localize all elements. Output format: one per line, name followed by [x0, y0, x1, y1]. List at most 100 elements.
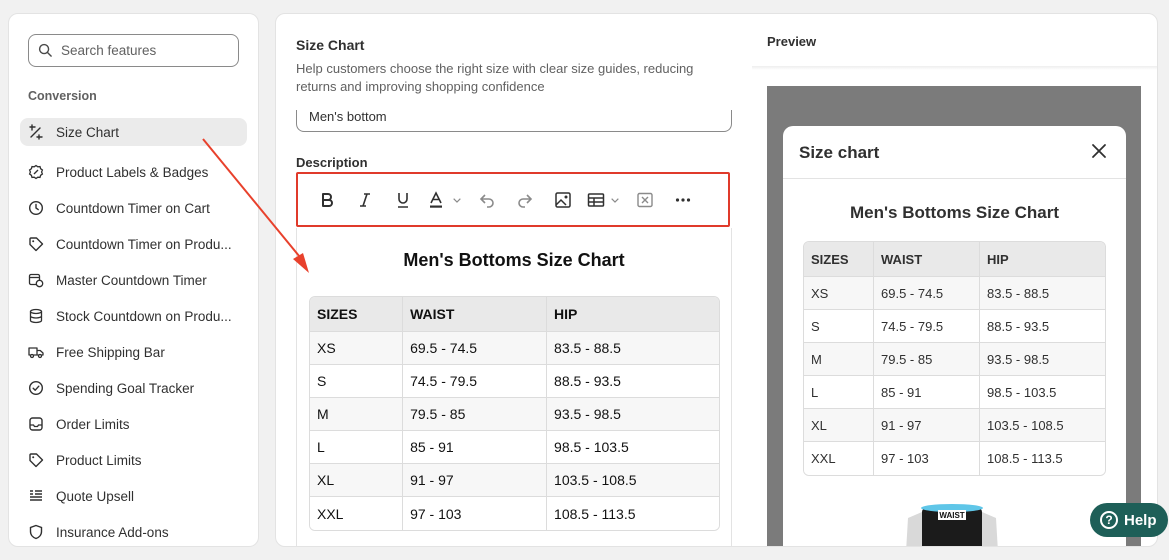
table-row: S 74.5 - 79.5 88.5 - 93.5	[804, 310, 1105, 343]
divider	[783, 178, 1126, 179]
table-cell: L	[310, 431, 404, 464]
table-cell: 93.5 - 98.5	[547, 398, 719, 431]
text-color-button[interactable]	[422, 185, 468, 215]
help-label: Help	[1124, 511, 1157, 529]
insert-image-button[interactable]	[544, 185, 582, 215]
table-cell: XXL	[804, 442, 874, 475]
table-cell: 93.5 - 98.5	[980, 343, 1105, 376]
sidebar-item-label: Insurance Add-ons	[56, 524, 169, 540]
sidebar-item-label: Quote Upsell	[56, 488, 135, 504]
bold-icon	[322, 192, 333, 207]
table-row: XS 69.5 - 74.5 83.5 - 88.5	[804, 277, 1105, 310]
sidebar: Search features Conversion Size Chart Pr…	[8, 13, 259, 547]
redo-button[interactable]	[506, 185, 544, 215]
table-cell: S	[310, 365, 404, 398]
size-table-preview: SIZES WAIST HIP XS 69.5 - 74.5 83.5 - 88.5…	[803, 241, 1106, 476]
sidebar-item-size-chart[interactable]: Size Chart	[20, 118, 247, 146]
tag-icon	[28, 452, 44, 468]
table-row: L 85 - 91 98.5 - 103.5	[804, 376, 1105, 409]
sidebar-item-countdown-cart[interactable]: Countdown Timer on Cart	[20, 190, 247, 226]
sidebar-item-label: Free Shipping Bar	[56, 344, 165, 360]
chart-name-field[interactable]: Men's bottom	[296, 110, 732, 132]
table-row: S 74.5 - 79.5 88.5 - 93.5	[310, 365, 719, 398]
description-label: Description	[296, 155, 368, 170]
table-cell: 83.5 - 88.5	[547, 332, 719, 365]
modal-title: Size chart	[799, 143, 880, 162]
truck-icon	[28, 344, 44, 360]
inbox-icon	[28, 416, 44, 432]
text-color-icon	[430, 190, 442, 208]
table-row: XL 91 - 97 103.5 - 108.5	[804, 409, 1105, 442]
table-cell: 97 - 103	[874, 442, 980, 475]
sidebar-item-countdown-product[interactable]: Countdown Timer on Produ...	[20, 226, 247, 262]
image-icon	[555, 191, 571, 208]
chart-heading: Men's Bottoms Size Chart	[403, 250, 625, 270]
table-cell: 103.5 - 108.5	[980, 409, 1105, 442]
editor-form: Men's bottom Description Men's Bottoms S…	[276, 110, 752, 546]
sidebar-item-label: Countdown Timer on Cart	[56, 200, 210, 216]
table-cell: XL	[804, 409, 874, 442]
sidebar-item-label: Master Countdown Timer	[56, 272, 207, 288]
clock-icon	[28, 200, 44, 216]
table-cell: 83.5 - 88.5	[980, 277, 1105, 310]
table-cell: 98.5 - 103.5	[547, 431, 719, 464]
table-cell: XS	[310, 332, 404, 365]
search-icon	[38, 43, 52, 57]
clear-format-icon	[637, 192, 653, 207]
sidebar-item-free-shipping[interactable]: Free Shipping Bar	[20, 334, 247, 370]
question-icon: ?	[1100, 511, 1118, 529]
page-title: Size Chart	[296, 37, 365, 53]
sidebar-item-product-limits[interactable]: Product Limits	[20, 442, 247, 478]
waist-tag: WAIST	[939, 511, 964, 520]
undo-icon	[479, 193, 494, 208]
table-row: M 79.5 - 85 93.5 - 98.5	[310, 398, 719, 431]
tag-clock-icon	[28, 236, 44, 252]
column-header: WAIST	[403, 297, 548, 332]
sidebar-item-product-labels[interactable]: Product Labels & Badges	[20, 154, 247, 190]
table-cell: 69.5 - 74.5	[403, 332, 548, 365]
calendar-clock-icon	[28, 272, 44, 288]
sidebar-item-label: Product Labels & Badges	[56, 164, 209, 180]
table-cell: S	[804, 310, 874, 343]
table-cell: 91 - 97	[874, 409, 980, 442]
table-row: XL 91 - 97 103.5 - 108.5	[310, 464, 719, 497]
undo-button[interactable]	[468, 185, 506, 215]
garment-image: WAIST	[906, 504, 998, 546]
sidebar-item-quote-upsell[interactable]: Quote Upsell	[20, 478, 247, 514]
table-row: L 85 - 91 98.5 - 103.5	[310, 431, 719, 464]
search-input[interactable]: Search features	[28, 34, 239, 67]
sidebar-item-label: Countdown Timer on Produ...	[56, 236, 232, 252]
list-icon	[28, 488, 44, 504]
editor-panel: Size Chart Help customers choose the rig…	[275, 13, 1158, 547]
italic-button[interactable]	[346, 185, 384, 215]
sidebar-item-master-countdown[interactable]: Master Countdown Timer	[20, 262, 247, 298]
sidebar-item-label: Stock Countdown on Produ...	[56, 308, 232, 324]
more-options-button[interactable]	[664, 185, 702, 215]
close-icon[interactable]	[1090, 142, 1108, 160]
rich-text-content[interactable]: Men's Bottoms Size Chart SIZES WAIST HIP…	[296, 228, 732, 546]
more-icon	[675, 197, 691, 202]
sidebar-item-insurance[interactable]: Insurance Add-ons	[20, 514, 247, 546]
insert-table-button[interactable]	[582, 185, 626, 215]
sidebar-item-label: Spending Goal Tracker	[56, 380, 195, 396]
size-chart-icon	[28, 124, 44, 140]
underline-button[interactable]	[384, 185, 422, 215]
table-cell: XL	[310, 464, 404, 497]
help-button[interactable]: ? Help	[1090, 503, 1168, 537]
table-cell: 74.5 - 79.5	[874, 310, 980, 343]
bold-button[interactable]	[308, 185, 346, 215]
sidebar-item-label: Order Limits	[56, 416, 130, 432]
table-header-row: SIZES WAIST HIP	[804, 242, 1105, 277]
column-header: SIZES	[804, 242, 874, 277]
clear-format-button[interactable]	[626, 185, 664, 215]
sidebar-item-stock-countdown[interactable]: Stock Countdown on Produ...	[20, 298, 247, 334]
sidebar-item-spending-goal[interactable]: Spending Goal Tracker	[20, 370, 247, 406]
sidebar-item-label: Size Chart	[56, 124, 120, 140]
table-icon	[587, 192, 605, 207]
table-row: XS 69.5 - 74.5 83.5 - 88.5	[310, 332, 719, 365]
sidebar-item-order-limits[interactable]: Order Limits	[20, 406, 247, 442]
table-cell: 69.5 - 74.5	[874, 277, 980, 310]
preview-modal: Size chart Men's Bottoms Size Chart SIZE…	[783, 126, 1126, 546]
divider	[752, 66, 1157, 70]
check-circle-icon	[28, 380, 44, 396]
